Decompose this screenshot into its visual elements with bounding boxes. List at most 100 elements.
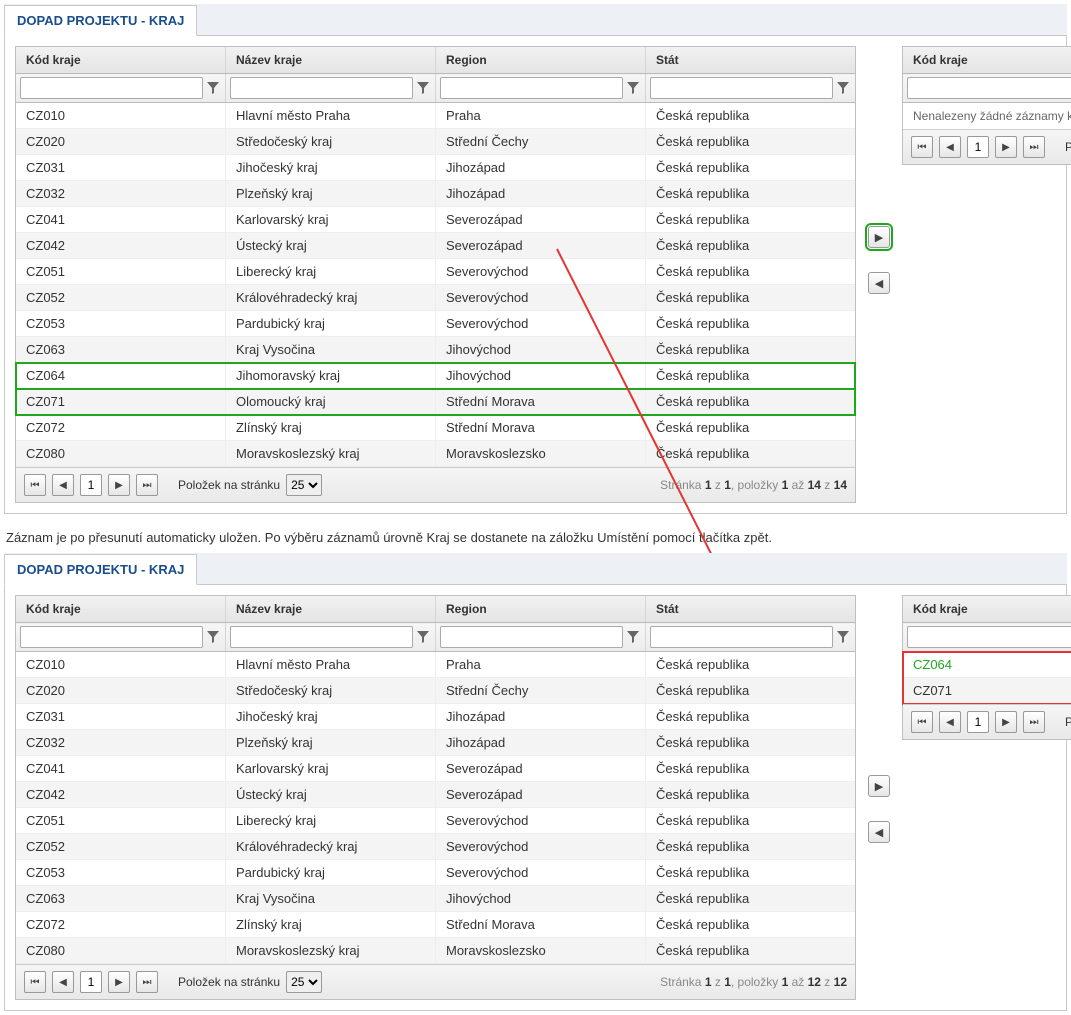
table-row[interactable]: CZ072Zlínský krajStřední MoravaČeská rep… — [16, 912, 855, 938]
filter-region[interactable] — [440, 77, 623, 99]
table-row[interactable]: CZ032Plzeňský krajJihozápadČeská republi… — [16, 730, 855, 756]
filter-kod[interactable] — [907, 626, 1071, 648]
table-row[interactable]: CZ031Jihočeský krajJihozápadČeská republ… — [16, 704, 855, 730]
filter-stat[interactable] — [650, 626, 833, 648]
pager-first-icon[interactable]: ⏮ — [24, 474, 46, 496]
cell-stat: Česká republika — [646, 730, 856, 756]
table-row[interactable]: CZ042Ústecký krajSeverozápadČeská republ… — [16, 233, 855, 259]
filter-nazev[interactable] — [230, 626, 413, 648]
cell-kod: CZ053 — [16, 311, 226, 337]
col-stat[interactable]: Stát — [646, 47, 856, 74]
pager-first-icon[interactable]: ⏮ — [24, 971, 46, 993]
table-row[interactable]: CZ010Hlavní město PrahaPrahaČeská republ… — [16, 103, 855, 129]
col-stat[interactable]: Stát — [646, 596, 856, 623]
table-row[interactable]: CZ051Liberecký krajSeverovýchodČeská rep… — [16, 808, 855, 834]
move-right-button[interactable]: ▶ — [868, 226, 890, 248]
col-nazev[interactable]: Název kraje — [226, 596, 436, 623]
filter-stat[interactable] — [650, 77, 833, 99]
col-kod[interactable]: Kód kraje — [903, 47, 1071, 74]
table-row[interactable]: CZ052Královéhradecký krajSeverovýchodČes… — [16, 834, 855, 860]
filter-region[interactable] — [440, 626, 623, 648]
filter-kod[interactable] — [20, 77, 203, 99]
cell-region: Jihovýchod — [436, 886, 646, 912]
table-row[interactable]: CZ052Královéhradecký krajSeverovýchodČes… — [16, 285, 855, 311]
table-row[interactable]: CZ080Moravskoslezský krajMoravskoslezsko… — [16, 441, 855, 467]
filter-icon[interactable] — [205, 80, 221, 96]
pager-prev-icon[interactable]: ◀ — [939, 136, 961, 158]
pager-next-icon[interactable]: ▶ — [995, 136, 1017, 158]
move-left-button[interactable]: ◀ — [868, 272, 890, 294]
table-row[interactable]: CZ051Liberecký krajSeverovýchodČeská rep… — [16, 259, 855, 285]
cell-nazev: Moravskoslezský kraj — [226, 938, 436, 964]
col-region[interactable]: Region — [436, 47, 646, 74]
pager-page-input[interactable] — [967, 136, 989, 158]
filter-icon[interactable] — [835, 80, 851, 96]
move-right-button[interactable]: ▶ — [868, 775, 890, 797]
filter-icon[interactable] — [415, 629, 431, 645]
table-row[interactable]: CZ080Moravskoslezský krajMoravskoslezsko… — [16, 938, 855, 964]
table-row[interactable]: CZ053Pardubický krajSeverovýchodČeská re… — [16, 311, 855, 337]
col-kod[interactable]: Kód kraje — [16, 596, 226, 623]
table-row[interactable]: CZ020Středočeský krajStřední ČechyČeská … — [16, 129, 855, 155]
pager-next-icon[interactable]: ▶ — [995, 711, 1017, 733]
filter-icon[interactable] — [415, 80, 431, 96]
table-row[interactable]: CZ010Hlavní město PrahaPrahaČeská republ… — [16, 652, 855, 678]
table-row[interactable]: CZ071Olomoucký krajStřední MoravaČeská r… — [16, 389, 855, 415]
table-row[interactable]: CZ020Středočeský krajStřední ČechyČeská … — [16, 678, 855, 704]
pager-last-icon[interactable]: ⏭ — [136, 474, 158, 496]
filter-kod[interactable] — [20, 626, 203, 648]
pager-perpage-label: Položek na stránku — [1065, 140, 1071, 154]
table-row[interactable]: CZ032Plzeňský krajJihozápadČeská republi… — [16, 181, 855, 207]
cell-kod: CZ052 — [16, 285, 226, 311]
cell-stat: Česká republika — [646, 834, 856, 860]
pager-last-icon[interactable]: ⏭ — [136, 971, 158, 993]
pager-first-icon[interactable]: ⏮ — [911, 136, 933, 158]
table-row[interactable]: CZ042Ústecký krajSeverozápadČeská republ… — [16, 782, 855, 808]
tab-dopad-projektu-kraj[interactable]: DOPAD PROJEKTU - KRAJ — [4, 5, 197, 36]
table-row[interactable]: CZ053Pardubický krajSeverovýchodČeská re… — [16, 860, 855, 886]
pager-next-icon[interactable]: ▶ — [108, 971, 130, 993]
cell-stat: Česká republika — [646, 103, 856, 129]
filter-kod[interactable] — [907, 77, 1071, 99]
table-row[interactable]: CZ031Jihočeský krajJihozápadČeská republ… — [16, 155, 855, 181]
table-row[interactable]: CZ041Karlovarský krajSeverozápadČeská re… — [16, 756, 855, 782]
filter-nazev[interactable] — [230, 77, 413, 99]
pager-prev-icon[interactable]: ◀ — [52, 474, 74, 496]
filter-icon[interactable] — [835, 629, 851, 645]
col-nazev[interactable]: Název kraje — [226, 47, 436, 74]
filter-icon[interactable] — [625, 80, 641, 96]
table-row[interactable]: CZ064Jihomoravský krajJihovýchodČeská re… — [903, 652, 1071, 678]
table-row[interactable]: CZ072Zlínský krajStřední MoravaČeská rep… — [16, 415, 855, 441]
table-row[interactable]: CZ071Olomoucký krajStřední MoravaČeská r… — [903, 678, 1071, 704]
pager-prev-icon[interactable]: ◀ — [939, 711, 961, 733]
filter-icon[interactable] — [205, 629, 221, 645]
pager-next-icon[interactable]: ▶ — [108, 474, 130, 496]
table-row[interactable]: CZ063Kraj VysočinaJihovýchodČeská republ… — [16, 337, 855, 363]
cell-kod: CZ063 — [16, 886, 226, 912]
filter-icon[interactable] — [625, 629, 641, 645]
cell-stat: Česká republika — [646, 155, 856, 181]
cell-stat: Česká republika — [646, 207, 856, 233]
table-row[interactable]: CZ041Karlovarský krajSeverozápadČeská re… — [16, 207, 855, 233]
pager-last-icon[interactable]: ⏭ — [1023, 136, 1045, 158]
move-left-button[interactable]: ◀ — [868, 821, 890, 843]
cell-stat: Česká republika — [646, 860, 856, 886]
pager-page-input[interactable] — [80, 474, 102, 496]
pager-perpage-select[interactable]: 25 — [286, 474, 322, 496]
pager-prev-icon[interactable]: ◀ — [52, 971, 74, 993]
tab-dopad-projektu-kraj[interactable]: DOPAD PROJEKTU - KRAJ — [4, 554, 197, 585]
cell-stat: Česká republika — [646, 181, 856, 207]
col-kod[interactable]: Kód kraje — [16, 47, 226, 74]
table-row[interactable]: CZ063Kraj VysočinaJihovýchodČeská republ… — [16, 886, 855, 912]
empty-message: Nenalezeny žádné záznamy k zobrazení — [903, 103, 1071, 129]
pager-perpage-label: Položek na stránku — [178, 478, 280, 492]
cell-stat: Česká republika — [646, 912, 856, 938]
pager-first-icon[interactable]: ⏮ — [911, 711, 933, 733]
pager-perpage-select[interactable]: 25 — [286, 971, 322, 993]
table-row[interactable]: CZ064Jihomoravský krajJihovýchodČeská re… — [16, 363, 855, 389]
col-region[interactable]: Region — [436, 596, 646, 623]
pager-last-icon[interactable]: ⏭ — [1023, 711, 1045, 733]
pager-page-input[interactable] — [967, 711, 989, 733]
col-kod[interactable]: Kód kraje — [903, 596, 1071, 623]
pager-page-input[interactable] — [80, 971, 102, 993]
